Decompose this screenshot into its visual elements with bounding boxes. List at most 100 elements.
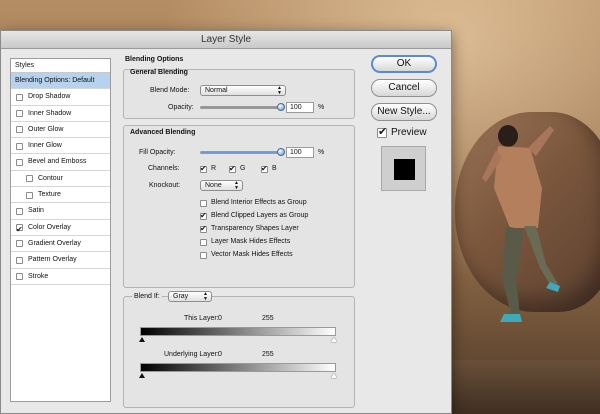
style-item-label: Blending Options: Default	[15, 77, 95, 84]
checkbox-icon[interactable]	[16, 158, 23, 166]
fill-opacity-slider-fill	[201, 152, 281, 153]
advanced-blending-title: Advanced Blending	[130, 129, 196, 136]
style-item-texture[interactable]: Texture	[11, 187, 110, 204]
style-item-label: Outer Glow	[28, 125, 64, 133]
blend-mode-label: Blend Mode:	[150, 87, 190, 94]
fill-opacity-slider-knob[interactable]	[277, 148, 285, 156]
style-item-label: Inner Shadow	[28, 109, 72, 117]
this-layer-min: 0	[218, 315, 222, 322]
style-item-outer-glow[interactable]: Outer Glow	[11, 122, 110, 139]
blend-if-label: Blend If:	[132, 293, 162, 300]
style-item-bevel-and-emboss[interactable]: Bevel and Emboss	[11, 154, 110, 171]
this-layer-label: This Layer:	[184, 315, 219, 322]
fill-opacity-label: Fill Opacity:	[139, 149, 176, 156]
channel-r-label: R	[211, 165, 217, 172]
advanced-blending-group: Advanced Blending Fill Opacity: 100 % Ch…	[123, 125, 355, 288]
knockout-value: None	[205, 182, 222, 189]
this-layer-gradient	[140, 327, 336, 336]
style-item-inner-shadow[interactable]: Inner Shadow	[11, 106, 110, 122]
style-item-inner-glow[interactable]: Inner Glow	[11, 138, 110, 155]
checkbox-icon	[200, 252, 207, 259]
style-preview-swatch	[381, 146, 426, 191]
style-item-label: Contour	[38, 174, 63, 182]
channels-label: Channels:	[148, 165, 180, 172]
channel-b-label: B	[272, 165, 277, 172]
underlying-layer-gradient	[140, 363, 336, 372]
style-item-contour[interactable]: Contour	[11, 171, 110, 188]
underlying-layer-label: Underlying Layer:	[164, 351, 219, 358]
style-preview-thumbnail	[394, 159, 415, 180]
checkbox-icon[interactable]	[16, 222, 23, 235]
style-item-satin[interactable]: Satin	[11, 203, 110, 220]
opacity-label: Opacity:	[168, 104, 194, 111]
styles-header[interactable]: Styles	[11, 59, 110, 73]
checkbox-icon[interactable]	[26, 175, 33, 183]
checkbox-icon	[261, 164, 268, 173]
style-item-label: Drop Shadow	[28, 93, 71, 101]
blend-if-value: Gray	[173, 293, 189, 300]
checkbox-icon[interactable]	[16, 207, 23, 215]
opacity-slider[interactable]	[200, 103, 285, 111]
this-layer-black-handle[interactable]	[139, 337, 145, 342]
checkbox-icon	[200, 224, 207, 233]
this-layer-white-handle[interactable]	[331, 337, 337, 342]
fill-opacity-slider[interactable]	[200, 148, 285, 156]
underlying-layer-max: 255	[262, 351, 274, 358]
style-item-gradient-overlay[interactable]: Gradient Overlay	[11, 236, 110, 253]
blending-options-title: Blending Options	[125, 56, 184, 63]
opacity-percent: %	[318, 104, 325, 111]
select-arrows-icon: ▲ ▼	[203, 291, 208, 302]
preview-checkbox[interactable]: Preview	[377, 125, 437, 140]
blend-mode-value: Normal	[205, 87, 228, 94]
checkbox-icon[interactable]	[16, 240, 23, 248]
style-item-drop-shadow[interactable]: Drop Shadow	[11, 89, 110, 106]
style-item-stroke[interactable]: Stroke	[11, 269, 110, 285]
style-item-blending-options-default[interactable]: Blending Options: Default	[11, 73, 110, 90]
ok-button[interactable]: OK	[371, 55, 437, 73]
checkbox-icon[interactable]	[16, 273, 23, 281]
layer-mask-label: Layer Mask Hides Effects	[211, 238, 291, 245]
knockout-label: Knockout:	[149, 182, 181, 189]
vector-mask-label: Vector Mask Hides Effects	[211, 251, 293, 258]
blend-interior-label: Blend Interior Effects as Group	[211, 199, 307, 206]
knockout-select[interactable]: None ▲ ▼	[200, 180, 243, 191]
cancel-button[interactable]: Cancel	[371, 79, 437, 97]
channel-g-label: G	[240, 165, 246, 172]
climber-image	[482, 125, 560, 322]
checkbox-icon[interactable]	[16, 142, 23, 150]
opacity-slider-knob[interactable]	[277, 103, 285, 111]
style-item-label: Inner Glow	[28, 142, 62, 150]
styles-list: Styles Blending Options: Default Drop Sha…	[10, 58, 111, 402]
style-item-label: Bevel and Emboss	[28, 158, 87, 166]
style-item-label: Satin	[28, 207, 44, 215]
blend-mode-select[interactable]: Normal ▲ ▼	[200, 85, 286, 96]
checkbox-icon	[377, 125, 387, 138]
style-item-label: Color Overlay	[28, 223, 71, 231]
style-item-pattern-overlay[interactable]: Pattern Overlay	[11, 252, 110, 269]
select-arrows-icon: ▲ ▼	[277, 85, 282, 96]
transparency-shapes-label: Transparency Shapes Layer	[211, 225, 299, 232]
opacity-slider-fill	[201, 107, 281, 108]
fill-opacity-input[interactable]: 100	[286, 147, 314, 158]
style-item-label: Stroke	[28, 272, 49, 280]
checkbox-icon[interactable]	[26, 191, 33, 199]
style-item-label: Texture	[38, 191, 61, 199]
underlying-layer-white-handle[interactable]	[331, 373, 337, 378]
checkbox-icon	[200, 239, 207, 246]
underlying-layer-black-handle[interactable]	[139, 373, 145, 378]
checkbox-icon[interactable]	[16, 93, 23, 101]
checkbox-icon[interactable]	[16, 256, 23, 264]
new-style-button[interactable]: New Style...	[371, 103, 437, 121]
general-blending-title: General Blending	[130, 69, 188, 76]
dialog-title: Layer Style	[1, 31, 451, 49]
underlying-layer-min: 0	[218, 351, 222, 358]
opacity-input[interactable]: 100	[286, 102, 314, 113]
this-layer-max: 255	[262, 315, 274, 322]
style-item-label: Pattern Overlay	[28, 256, 77, 264]
checkbox-icon[interactable]	[16, 110, 23, 118]
style-item-label: Gradient Overlay	[28, 239, 81, 247]
blend-if-select[interactable]: Gray ▲ ▼	[168, 291, 212, 302]
checkbox-icon[interactable]	[16, 126, 23, 134]
blend-if-group: Blend If: Gray ▲ ▼ This Layer: 0 255 Unde…	[123, 291, 355, 408]
style-item-color-overlay[interactable]: Color Overlay	[11, 220, 110, 236]
